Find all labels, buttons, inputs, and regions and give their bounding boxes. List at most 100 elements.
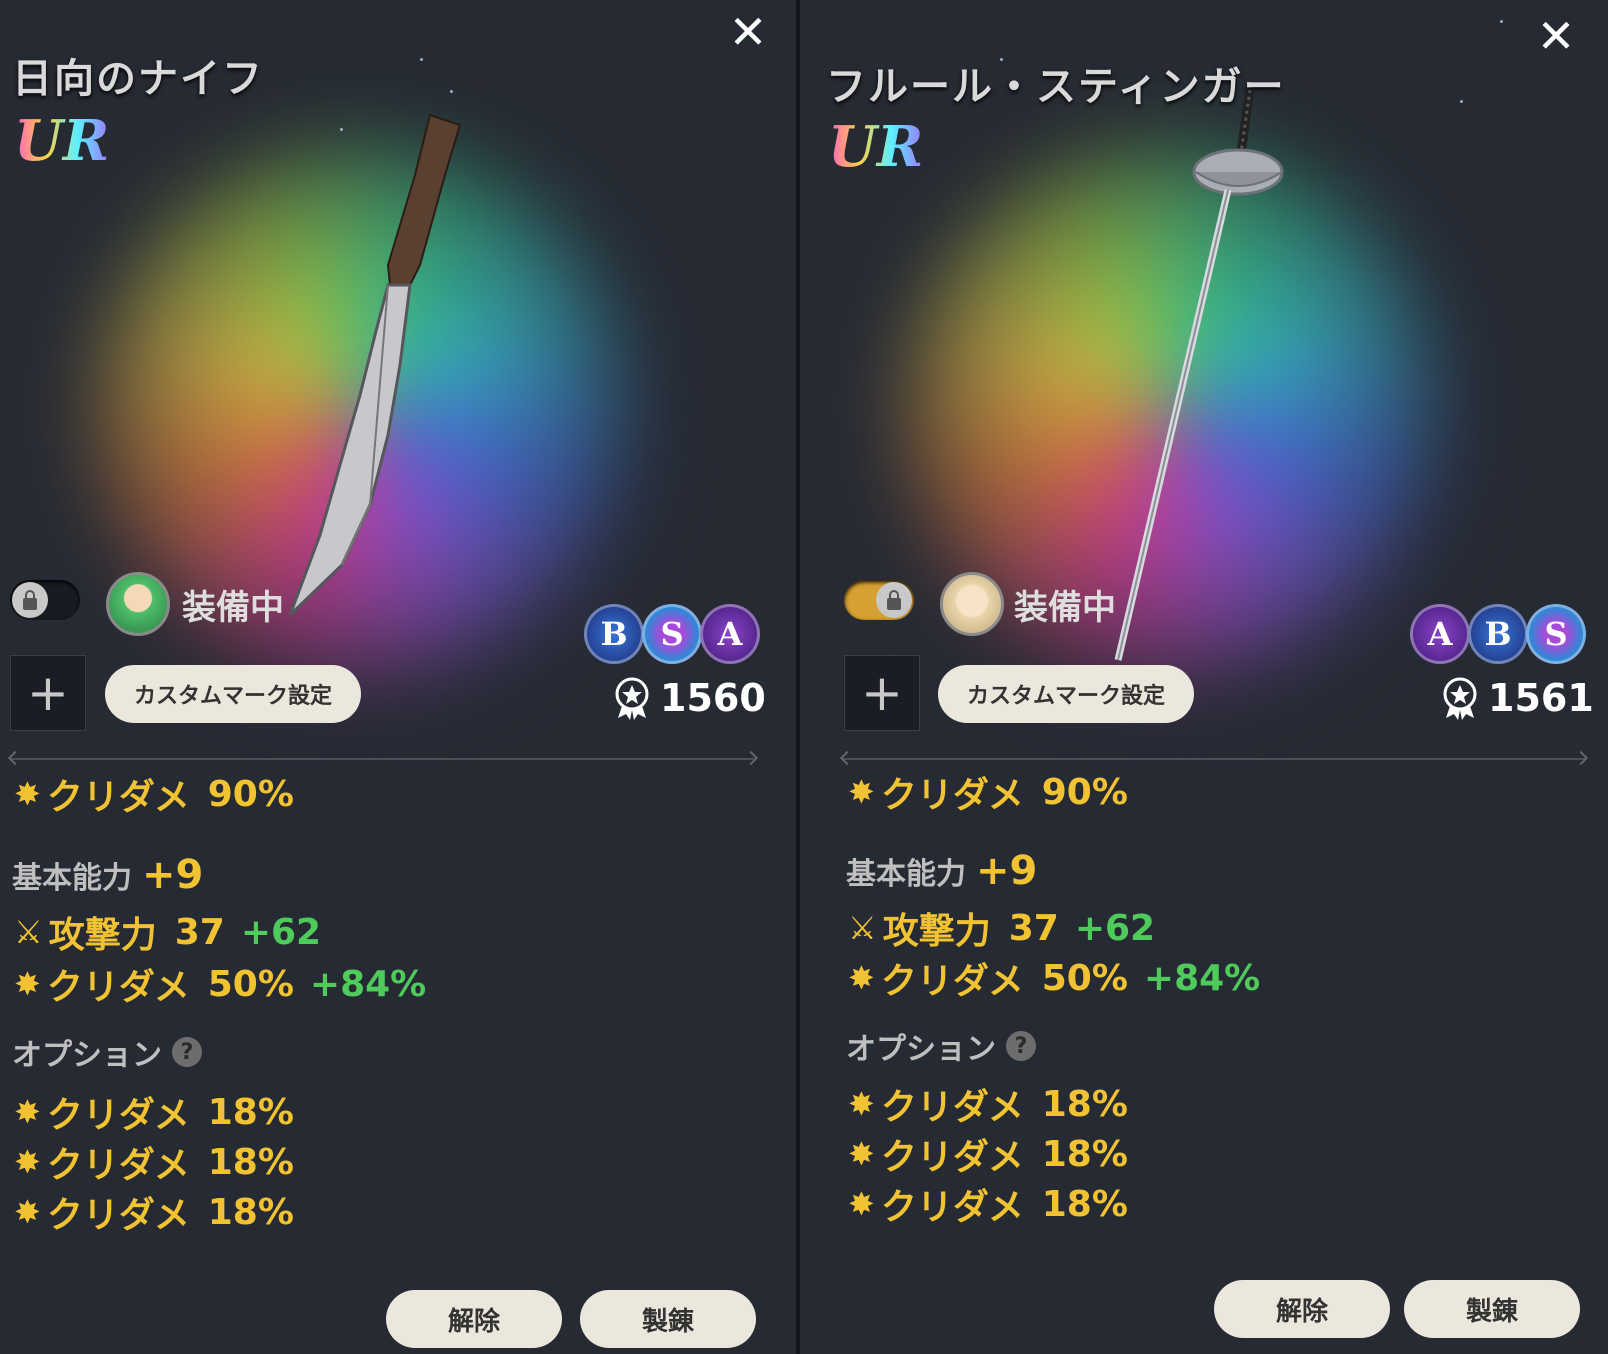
custom-mark-button[interactable]: カスタムマーク設定 — [938, 665, 1194, 723]
base-label: 基本能力 — [846, 857, 966, 892]
stat-name: クリダメ — [880, 1187, 1024, 1228]
stat-bonus: +62 — [240, 911, 322, 953]
refine-button[interactable]: 製錬 — [580, 1290, 756, 1348]
stat-value: 18% — [207, 1091, 294, 1133]
stat-name: クリダメ — [46, 777, 190, 818]
lock-toggle[interactable] — [10, 580, 80, 620]
rarity-label: UR — [828, 114, 924, 180]
equipped-label: 装備中 — [182, 588, 284, 628]
weapon-panel-left: 日向のナイフ UR ✕ 装備中 B S A + カスタムマーク設定 1560 ✸… — [0, 0, 796, 1354]
base-stat-attack: ⚔ 攻撃力 37 +62 — [14, 906, 321, 958]
burst-icon: ✸ — [848, 959, 875, 997]
option-stat: ✸ クリダメ 18% — [848, 1178, 1128, 1230]
grade-badge: A — [700, 604, 760, 664]
refine-button[interactable]: 製錬 — [1404, 1280, 1580, 1338]
power-value: 1561 — [1488, 676, 1594, 720]
lock-icon — [876, 582, 912, 618]
stat-value: 18% — [1041, 1133, 1128, 1175]
base-stat-attack: ⚔ 攻撃力 37 +62 — [848, 902, 1155, 954]
stat-name: 攻撃力 — [882, 911, 991, 952]
release-button[interactable]: 解除 — [386, 1290, 562, 1348]
burst-icon: ✸ — [14, 1143, 41, 1181]
medal-icon — [615, 677, 649, 720]
close-button[interactable]: ✕ — [1532, 12, 1580, 60]
stat-value: 50% — [207, 963, 294, 1005]
burst-icon: ✸ — [848, 1185, 875, 1223]
main-stat: ✸ クリダメ 90% — [14, 768, 294, 820]
base-label: 基本能力 — [12, 861, 132, 896]
base-bonus: +9 — [142, 852, 204, 898]
base-stat-critdmg: ✸ クリダメ 50% +84% — [14, 958, 426, 1010]
burst-icon: ✸ — [848, 773, 875, 811]
help-icon[interactable]: ? — [1006, 1031, 1036, 1061]
close-button[interactable]: ✕ — [724, 8, 772, 56]
burst-icon: ✸ — [14, 965, 41, 1003]
stat-name: クリダメ — [46, 1145, 190, 1186]
grade-badge: A — [1410, 604, 1470, 664]
stat-name: クリダメ — [880, 961, 1024, 1002]
divider-line — [10, 758, 756, 760]
option-stat: ✸ クリダメ 18% — [14, 1186, 294, 1238]
weapon-title: フルール・スティンガー — [826, 64, 1286, 110]
weapon-title: 日向のナイフ — [12, 56, 264, 102]
base-stats-heading: 基本能力 +9 — [846, 848, 1037, 894]
equipped-character-avatar — [106, 572, 170, 636]
weapon-panel-right: フルール・スティンガー UR ✕ 装備中 A B S + カスタムマーク設定 1… — [800, 0, 1608, 1354]
sparkle — [420, 58, 423, 61]
burst-icon: ✸ — [14, 775, 41, 813]
grade-badge: S — [642, 604, 702, 664]
stat-name: クリダメ — [46, 967, 190, 1008]
stat-value: 90% — [1041, 771, 1128, 813]
stat-bonus: +84% — [1143, 957, 1261, 999]
lock-icon — [12, 582, 48, 618]
burst-icon: ✸ — [14, 1193, 41, 1231]
sparkle — [450, 90, 453, 93]
stat-value: 18% — [1041, 1183, 1128, 1225]
stat-value: 18% — [207, 1191, 294, 1233]
options-heading: オプション ? — [12, 1030, 202, 1074]
stat-value: 18% — [207, 1141, 294, 1183]
sparkle — [1460, 100, 1463, 103]
release-button[interactable]: 解除 — [1214, 1280, 1390, 1338]
base-stats-heading: 基本能力 +9 — [12, 852, 203, 898]
stat-value: 37 — [1008, 907, 1059, 949]
stat-name: クリダメ — [46, 1195, 190, 1236]
stat-value: 50% — [1041, 957, 1128, 999]
add-mark-button[interactable]: + — [10, 655, 86, 731]
base-bonus: +9 — [976, 848, 1038, 894]
stat-value: 18% — [1041, 1083, 1128, 1125]
add-mark-button[interactable]: + — [844, 655, 920, 731]
burst-icon: ✸ — [14, 1093, 41, 1131]
stat-name: クリダメ — [880, 775, 1024, 816]
power-value: 1560 — [660, 676, 766, 720]
option-stat: ✸ クリダメ 18% — [14, 1086, 294, 1138]
stat-value: 90% — [207, 773, 294, 815]
grade-badge: B — [1468, 604, 1528, 664]
stat-name: クリダメ — [880, 1137, 1024, 1178]
sword-icon: ⚔ — [848, 909, 877, 947]
option-stat: ✸ クリダメ 18% — [848, 1078, 1128, 1130]
main-stat: ✸ クリダメ 90% — [848, 766, 1128, 818]
rapier-weapon-image — [1114, 89, 1284, 661]
options-label: オプション — [12, 1038, 162, 1073]
knife-weapon-image — [288, 113, 462, 617]
option-stat: ✸ クリダメ 18% — [14, 1136, 294, 1188]
lock-toggle[interactable] — [844, 580, 914, 620]
equipped-character-avatar — [940, 572, 1004, 636]
stat-name: クリダメ — [880, 1087, 1024, 1128]
medal-icon — [1443, 677, 1477, 720]
stat-bonus: +62 — [1074, 907, 1156, 949]
power-display: 1560 — [612, 676, 766, 720]
sparkle — [1500, 20, 1503, 23]
options-label: オプション — [846, 1032, 996, 1067]
help-icon[interactable]: ? — [172, 1037, 202, 1067]
option-stat: ✸ クリダメ 18% — [848, 1128, 1128, 1180]
grade-badge: B — [584, 604, 644, 664]
burst-icon: ✸ — [848, 1085, 875, 1123]
custom-mark-button[interactable]: カスタムマーク設定 — [105, 665, 361, 723]
sword-icon: ⚔ — [14, 913, 43, 951]
stat-name: 攻撃力 — [48, 915, 157, 956]
power-display: 1561 — [1440, 676, 1594, 720]
options-heading: オプション ? — [846, 1024, 1036, 1068]
stat-name: クリダメ — [46, 1095, 190, 1136]
